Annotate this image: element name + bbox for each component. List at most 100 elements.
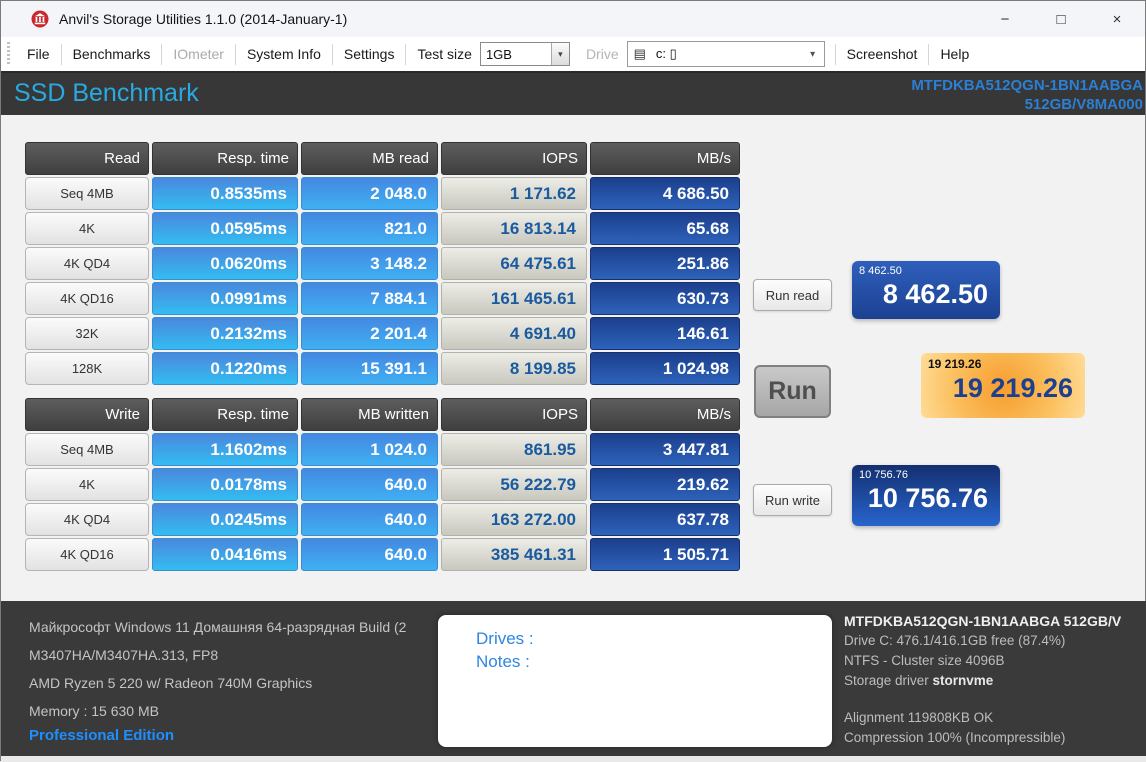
menu-system-info[interactable]: System Info [236, 37, 332, 71]
read-resp-value: 0.8535ms [152, 177, 298, 210]
read-iops-value: 161 465.61 [441, 282, 587, 315]
menu-settings[interactable]: Settings [333, 37, 406, 71]
read-mb-value: 7 884.1 [301, 282, 438, 315]
read-mbs-value: 630.73 [590, 282, 740, 315]
drive-model-header: MTFDKBA512QGN-1BN1AABGA 512GB/V8MA000 [911, 76, 1143, 114]
drive-model-info: MTFDKBA512QGN-1BN1AABGA 512GB/V [844, 613, 1122, 629]
read-header-mbs: MB/s [590, 142, 740, 175]
write-resp-value: 0.0245ms [152, 503, 298, 536]
os-info: Майкрософт Windows 11 Домашняя 64-разряд… [29, 619, 407, 635]
write-score-small: 10 756.76 [859, 469, 908, 481]
drive-capacity-info: Drive C: 476.1/416.1GB free (87.4%) [844, 633, 1066, 648]
compression-info: Compression 100% (Incompressible) [844, 730, 1066, 745]
write-resp-value: 1.1602ms [152, 433, 298, 466]
page-title: SSD Benchmark [14, 79, 199, 107]
board-info: M3407HA/M3407HA.313, FP8 [29, 647, 219, 663]
menu-help[interactable]: Help [929, 37, 980, 71]
menu-screenshot[interactable]: Screenshot [836, 37, 929, 71]
read-iops-value: 64 475.61 [441, 247, 587, 280]
read-header-mb: MB read [301, 142, 438, 175]
write-header-mbs: MB/s [590, 398, 740, 431]
page-header: SSD Benchmark MTFDKBA512QGN-1BN1AABGA 51… [1, 71, 1145, 115]
read-mb-value: 821.0 [301, 212, 438, 245]
write-mb-value: 640.0 [301, 503, 438, 536]
read-mb-value: 2 048.0 [301, 177, 438, 210]
read-mbs-value: 251.86 [590, 247, 740, 280]
drive-model-line1: MTFDKBA512QGN-1BN1AABGA [911, 77, 1143, 94]
read-mbs-value: 1 024.98 [590, 352, 740, 385]
write-row-label: 4K QD16 [25, 538, 149, 571]
read-row-label: Seq 4MB [25, 177, 149, 210]
write-iops-value: 56 222.79 [441, 468, 587, 501]
chevron-down-icon[interactable]: ▾ [550, 43, 569, 65]
write-header-resp: Resp. time [152, 398, 298, 431]
write-mbs-value: 219.62 [590, 468, 740, 501]
maximize-button[interactable]: □ [1033, 1, 1089, 37]
main-area: Read Resp. time MB read IOPS MB/s Seq 4M… [1, 115, 1145, 599]
read-iops-value: 1 171.62 [441, 177, 587, 210]
read-mb-value: 2 201.4 [301, 317, 438, 350]
drive-value: c: ▯ [655, 46, 677, 61]
write-score-large: 10 756.76 [867, 483, 988, 513]
drives-label: Drives : [476, 629, 534, 648]
read-row-label: 4K QD16 [25, 282, 149, 315]
read-row-label: 128K [25, 352, 149, 385]
edition-label: Professional Edition [29, 727, 175, 744]
read-table: Read Resp. time MB read IOPS MB/s Seq 4M… [25, 142, 740, 385]
write-header-label: Write [25, 398, 149, 431]
drive-icon: ▤ [633, 46, 646, 61]
read-resp-value: 0.2132ms [152, 317, 298, 350]
read-mb-value: 3 148.2 [301, 247, 438, 280]
drives-notes-panel[interactable]: Drives : Notes : [438, 615, 832, 747]
run-write-button[interactable]: Run write [753, 484, 832, 516]
read-mbs-value: 65.68 [590, 212, 740, 245]
drive-model-line2: 512GB/V8MA000 [1024, 96, 1143, 113]
read-row-label: 32K [25, 317, 149, 350]
window-title: Anvil's Storage Utilities 1.1.0 (2014-Ja… [59, 11, 348, 27]
write-mb-value: 640.0 [301, 538, 438, 571]
read-header-resp: Resp. time [152, 142, 298, 175]
write-row-label: Seq 4MB [25, 433, 149, 466]
write-resp-value: 0.0178ms [152, 468, 298, 501]
system-info-block: Майкрософт Windows 11 Домашняя 64-разряд… [29, 613, 443, 725]
alignment-info: Alignment 119808KB OK [844, 710, 994, 725]
test-size-select[interactable]: 1GB ▾ [479, 42, 570, 66]
notes-label: Notes : [476, 652, 530, 671]
test-size-value: 1GB [485, 46, 512, 62]
app-icon [31, 10, 49, 28]
read-iops-value: 8 199.85 [441, 352, 587, 385]
write-row-label: 4K [25, 468, 149, 501]
chevron-down-icon[interactable]: ▾ [802, 49, 824, 60]
drive-info-block: MTFDKBA512QGN-1BN1AABGA 512GB/V Drive C:… [844, 611, 1146, 748]
run-button[interactable]: Run [754, 365, 831, 418]
menu-file[interactable]: File [16, 37, 61, 71]
read-header-iops: IOPS [441, 142, 587, 175]
window-bottom-edge [1, 756, 1146, 762]
drive-select[interactable]: ▤ c: ▯ ▾ [626, 41, 825, 67]
read-score-small: 8 462.50 [859, 265, 902, 277]
write-mb-value: 1 024.0 [301, 433, 438, 466]
total-score-large: 19 219.26 [952, 373, 1073, 403]
memory-info: Memory : 15 630 MB [29, 703, 159, 719]
read-score-box: 8 462.50 8 462.50 [852, 261, 1000, 319]
storage-driver-value: stornvme [932, 673, 994, 688]
storage-driver-info: Storage driver stornvme [844, 673, 994, 688]
read-resp-value: 0.0595ms [152, 212, 298, 245]
total-score-small: 19 219.26 [928, 357, 982, 371]
run-read-button[interactable]: Run read [753, 279, 832, 311]
read-resp-value: 0.0991ms [152, 282, 298, 315]
write-score-box: 10 756.76 10 756.76 [852, 465, 1000, 526]
test-size-label: Test size [417, 46, 472, 62]
bottom-panel: Майкрософт Windows 11 Домашняя 64-разряд… [1, 601, 1146, 756]
toolbar-grip [7, 42, 10, 66]
minimize-button[interactable]: − [977, 1, 1033, 37]
drive-filesystem-info: NTFS - Cluster size 4096B [844, 653, 1005, 668]
read-score-large: 8 462.50 [882, 279, 988, 309]
read-resp-value: 0.1220ms [152, 352, 298, 385]
close-button[interactable]: × [1089, 1, 1145, 37]
write-iops-value: 163 272.00 [441, 503, 587, 536]
write-iops-value: 861.95 [441, 433, 587, 466]
menu-benchmarks[interactable]: Benchmarks [62, 37, 162, 71]
write-mb-value: 640.0 [301, 468, 438, 501]
read-row-label: 4K QD4 [25, 247, 149, 280]
